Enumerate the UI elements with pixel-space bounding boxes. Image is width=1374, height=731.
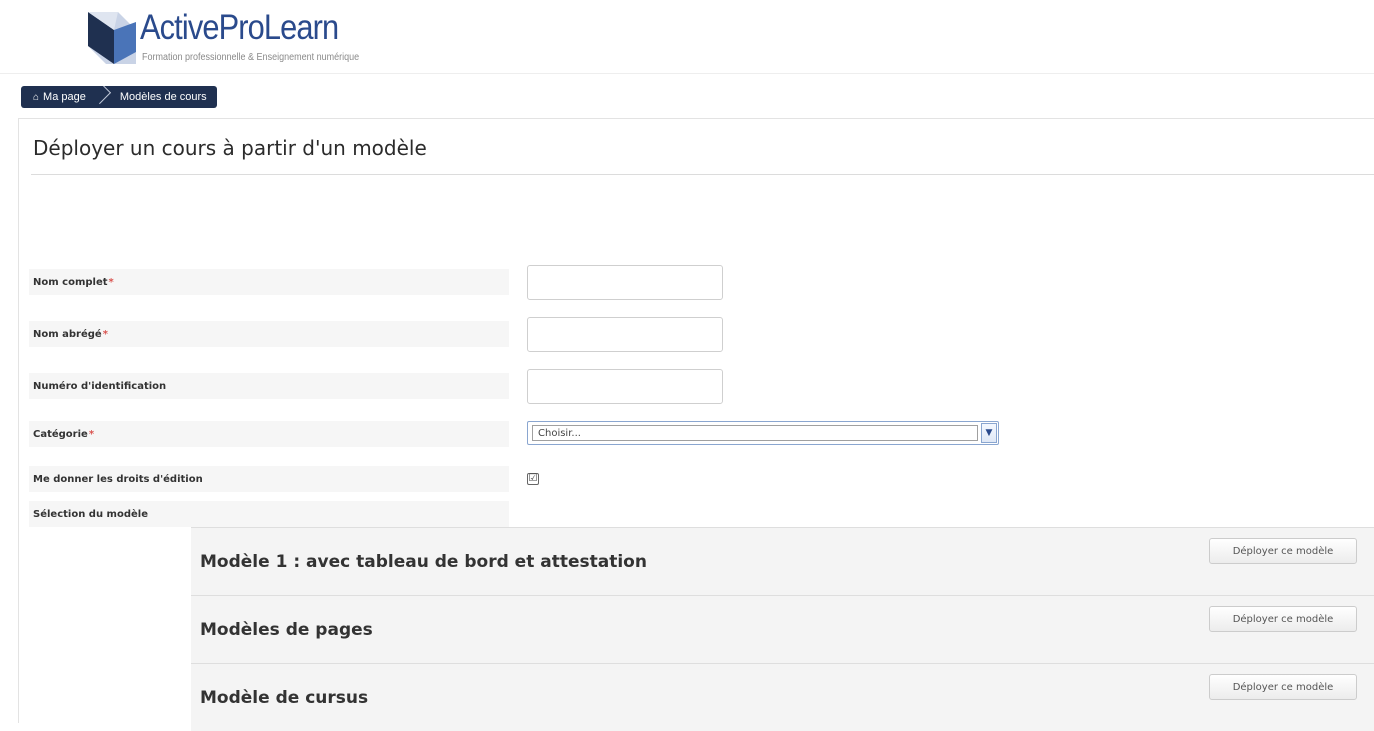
breadcrumb-item-home[interactable]: ⌂ Ma page xyxy=(21,86,96,108)
category-selected-value: Choisir... xyxy=(532,425,978,441)
template-title: Modèle de cursus xyxy=(200,688,369,708)
breadcrumb: ⌂ Ma page Modèles de cours xyxy=(21,86,217,108)
template-title: Modèle 1 : avec tableau de bord et attes… xyxy=(200,552,647,572)
required-marker: * xyxy=(108,276,114,288)
brand-name: ActiveProLearn xyxy=(140,8,339,47)
category-label-text: Catégorie xyxy=(33,428,88,440)
short-name-label: Nom abrégé * xyxy=(29,321,509,347)
full-name-input[interactable] xyxy=(527,265,723,300)
home-icon: ⌂ xyxy=(33,91,40,103)
breadcrumb-label-templates: Modèles de cours xyxy=(119,91,207,103)
id-number-label-text: Numéro d'identification xyxy=(33,380,167,392)
short-name-input[interactable] xyxy=(527,317,723,352)
edit-rights-label: Me donner les droits d'édition xyxy=(29,466,509,492)
title-divider xyxy=(31,174,1374,175)
deploy-template-button[interactable]: Déployer ce modèle xyxy=(1209,674,1357,700)
main-panel: Déployer un cours à partir d'un modèle N… xyxy=(18,118,1374,731)
template-title: Modèles de pages xyxy=(200,620,373,640)
id-number-input[interactable] xyxy=(527,369,723,404)
page-title: Déployer un cours à partir d'un modèle xyxy=(33,136,427,160)
deploy-template-button[interactable]: Déployer ce modèle xyxy=(1209,538,1357,564)
deploy-template-button[interactable]: Déployer ce modèle xyxy=(1209,606,1357,632)
template-card: Modèle 1 : avec tableau de bord et attes… xyxy=(191,527,1374,595)
template-card: Modèles de pages Déployer ce modèle xyxy=(191,595,1374,663)
activeprolearn-logo[interactable] xyxy=(88,12,136,64)
category-label: Catégorie * xyxy=(29,421,509,447)
category-select[interactable]: Choisir... ▼ xyxy=(527,421,999,445)
required-marker: * xyxy=(88,428,95,440)
edit-rights-label-text: Me donner les droits d'édition xyxy=(33,473,203,485)
breadcrumb-separator xyxy=(96,86,108,108)
template-card: Modèle de cursus Déployer ce modèle xyxy=(191,663,1374,731)
brand-tagline: Formation professionnelle & Enseignement… xyxy=(142,52,360,63)
required-marker: * xyxy=(102,328,108,340)
breadcrumb-label-home: Ma page xyxy=(43,91,86,103)
template-selection-label: Sélection du modèle xyxy=(29,501,509,527)
id-number-label: Numéro d'identification xyxy=(29,373,509,399)
template-selection-label-text: Sélection du modèle xyxy=(33,508,148,520)
short-name-label-text: Nom abrégé xyxy=(33,328,102,340)
full-name-label: Nom complet * xyxy=(29,269,509,295)
full-name-label-text: Nom complet xyxy=(33,276,108,288)
edit-rights-checkbox[interactable]: ☑ xyxy=(527,473,539,485)
site-header: ActiveProLearn Formation professionnelle… xyxy=(0,0,1374,74)
breadcrumb-item-templates[interactable]: Modèles de cours xyxy=(108,86,217,108)
chevron-down-icon[interactable]: ▼ xyxy=(981,423,997,443)
